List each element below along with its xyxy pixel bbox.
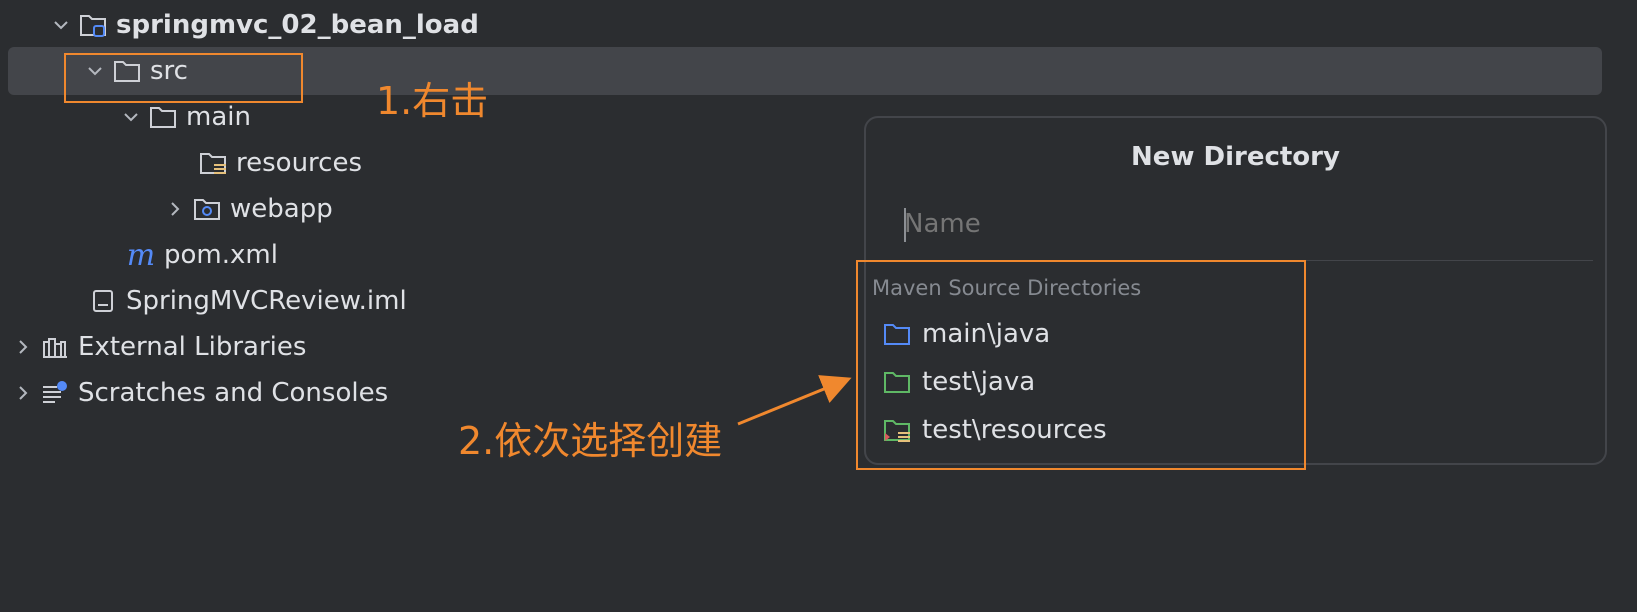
tree-item-label: webapp [230,194,333,224]
web-folder-icon [190,194,224,224]
chevron-right-icon[interactable] [8,378,38,408]
tree-item-label: SpringMVCReview.iml [126,286,407,316]
annotation-step1: 1.右击 [376,79,489,123]
chevron-down-icon[interactable] [116,102,146,132]
tree-item-label: External Libraries [78,332,307,362]
tree-item-label: Scratches and Consoles [78,378,389,408]
annotation-box-maven-dirs [856,260,1306,470]
scratches-icon [38,378,72,408]
tree-item-label: src [150,56,188,86]
folder-icon [110,56,144,86]
chevron-right-icon[interactable] [160,194,190,224]
folder-icon [146,102,180,132]
tree-item-label: main [186,102,251,132]
resources-folder-icon [196,148,230,178]
tree-item-label: pom.xml [164,240,278,270]
library-icon [38,332,72,362]
tree-item-label: resources [236,148,363,178]
tree-item-label: springmvc_02_bean_load [116,10,479,40]
maven-icon: m [126,237,156,273]
iml-file-icon [86,286,120,316]
directory-name-input[interactable] [902,204,1596,244]
chevron-down-icon[interactable] [80,56,110,86]
annotation-step2: 2.依次选择创建 [458,419,723,463]
annotation-arrow [737,375,852,426]
chevron-down-icon[interactable] [46,10,76,40]
text-caret [904,208,906,242]
popup-title: New Directory [1131,142,1340,172]
chevron-right-icon[interactable] [8,332,38,362]
tree-item-project-root[interactable]: springmvc_02_bean_load [0,1,1620,49]
module-folder-icon [76,10,110,40]
